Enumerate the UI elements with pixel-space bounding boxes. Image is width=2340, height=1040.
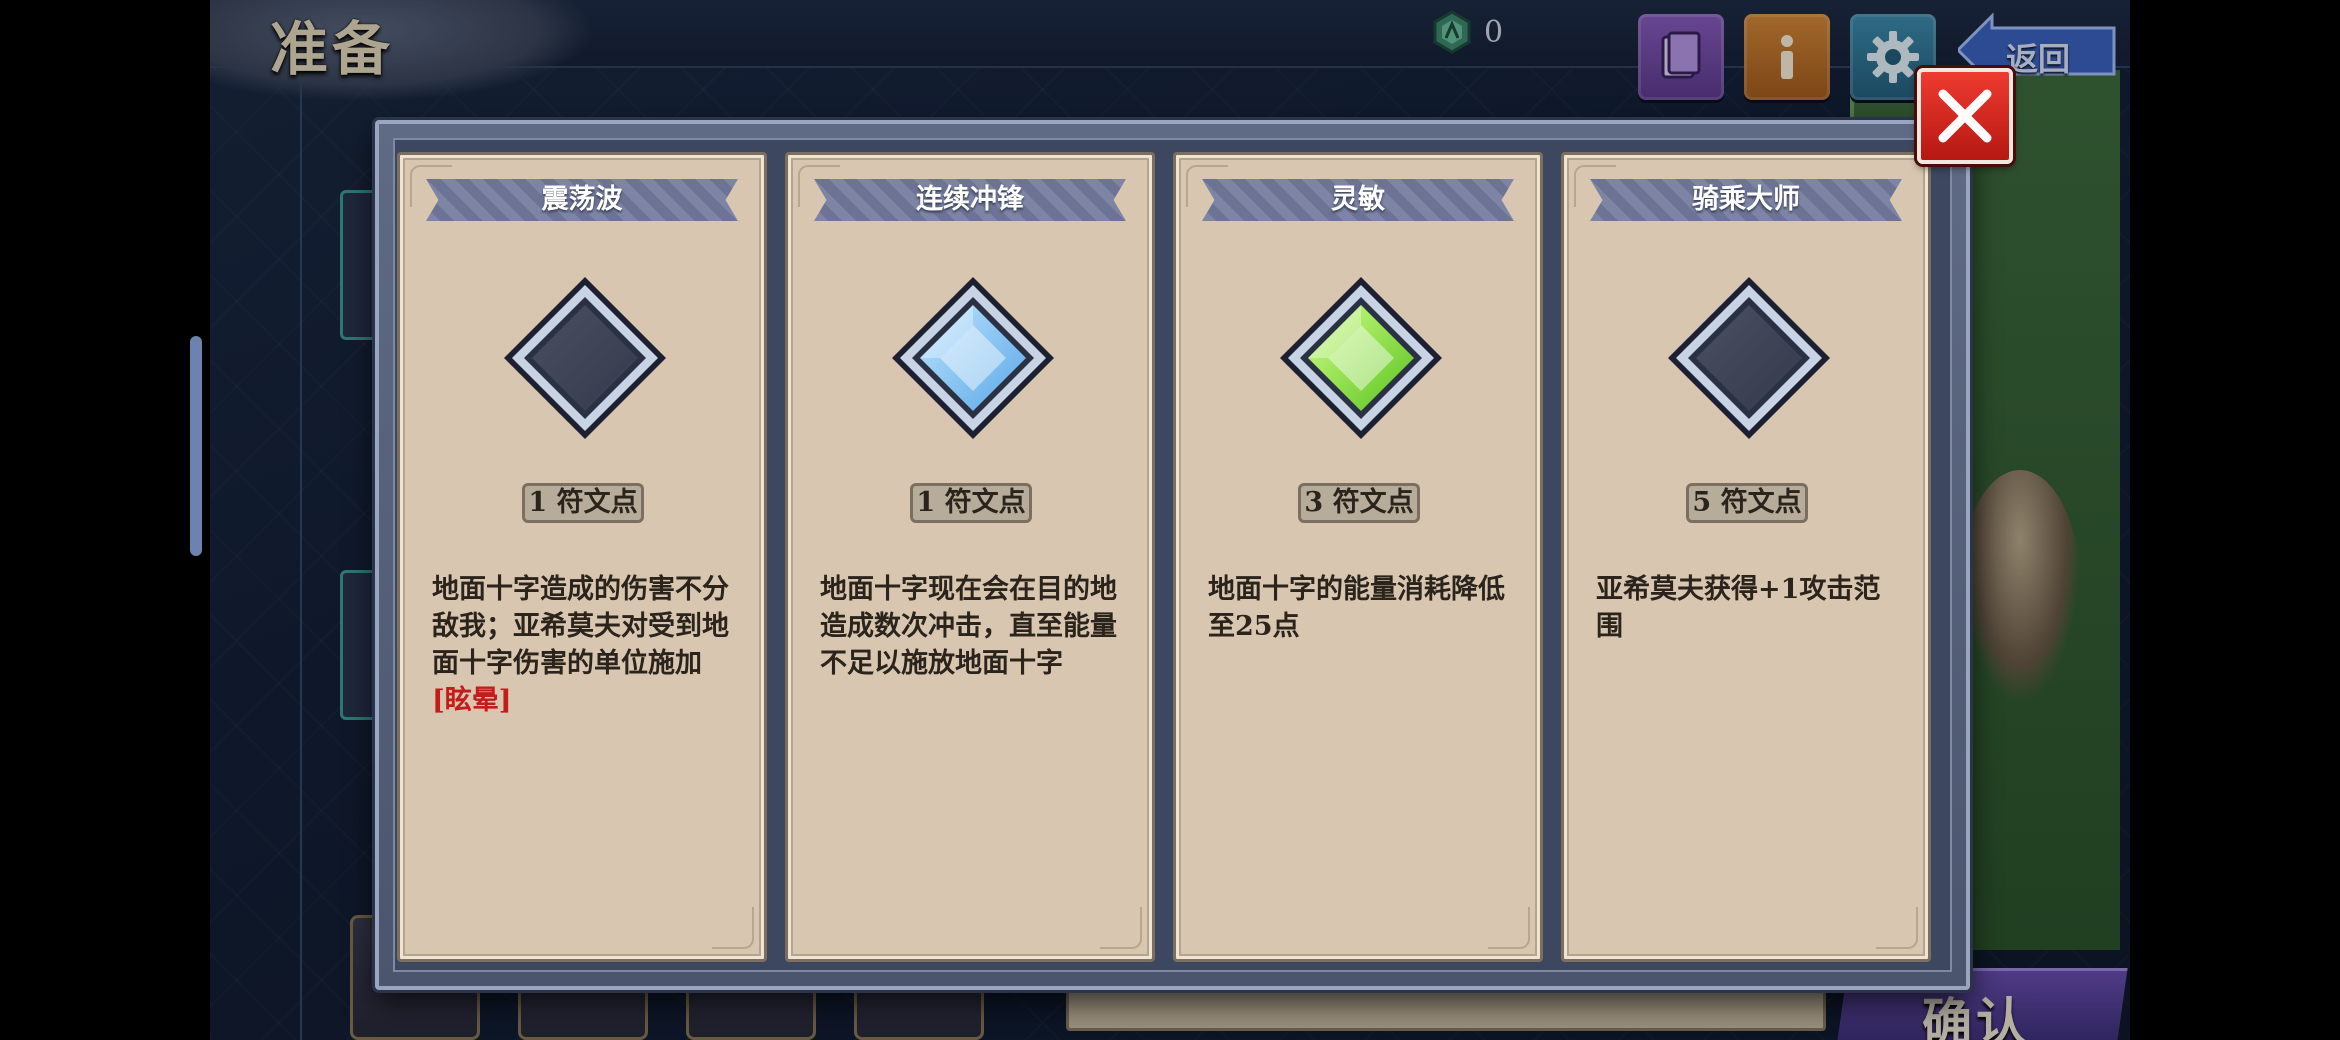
rune-cost-badge: 5 符文点 — [1686, 483, 1808, 523]
rune-cost-badge: 3 符文点 — [1298, 483, 1420, 523]
card-title: 连续冲锋 — [916, 184, 1024, 215]
card-title: 灵敏 — [1331, 184, 1385, 215]
rune-description-text: 地面十字的能量消耗降低至25点 — [1208, 574, 1505, 642]
rune-card[interactable]: 骑乘大师 5 符文点亚希莫夫获得+1攻击范围 — [1561, 152, 1931, 962]
card-title: 震荡波 — [541, 184, 623, 215]
close-icon — [1938, 89, 1992, 143]
rune-description: 亚希莫夫获得+1攻击范围 — [1596, 571, 1902, 645]
rune-description-text: 地面十字造成的伤害不分敌我；亚希莫夫对受到地面十字伤害的单位施加 — [432, 574, 729, 679]
blue-rune-gem-icon — [892, 277, 1054, 439]
green-rune-gem-icon — [1280, 277, 1442, 439]
rune-description-text: 亚希莫夫获得+1攻击范围 — [1596, 574, 1881, 642]
card-title: 骑乘大师 — [1692, 184, 1800, 215]
rune-description: 地面十字造成的伤害不分敌我；亚希莫夫对受到地面十字伤害的单位施加 [眩晕] — [432, 571, 738, 719]
rune-card[interactable]: 灵敏 3 符文点地面十字的能量消耗降低至25点 — [1173, 152, 1543, 962]
rune-card[interactable]: 震荡波 1 符文点地面十字造成的伤害不分敌我；亚希莫夫对受到地面十字伤害的单位施加… — [397, 152, 767, 962]
game-screen: 确认 准备 0 返回 震荡波 1 符文点 地面十字造成的伤害不分敌我；亚希莫夫对… — [210, 0, 2130, 1040]
rune-description: 地面十字的能量消耗降低至25点 — [1208, 571, 1514, 645]
empty-rune-slot-icon — [504, 277, 666, 439]
rune-card[interactable]: 连续冲锋 1 符文点地面十字现在会在目的地造成数次冲击，直至能量不足以施放地面十字 — [785, 152, 1155, 962]
rune-cost-badge: 1 符文点 — [522, 483, 644, 523]
rune-cost-badge: 1 符文点 — [910, 483, 1032, 523]
rune-modal: 震荡波 1 符文点地面十字造成的伤害不分敌我；亚希莫夫对受到地面十字伤害的单位施加… — [375, 120, 1970, 990]
status-keyword: [眩晕] — [432, 685, 512, 716]
rune-description-text: 地面十字现在会在目的地造成数次冲击，直至能量不足以施放地面十字 — [820, 574, 1117, 679]
rune-description: 地面十字现在会在目的地造成数次冲击，直至能量不足以施放地面十字 — [820, 571, 1126, 682]
rune-card-list: 震荡波 1 符文点地面十字造成的伤害不分敌我；亚希莫夫对受到地面十字伤害的单位施加… — [397, 152, 1931, 962]
side-scrollbar[interactable] — [190, 336, 202, 556]
close-button[interactable] — [1917, 68, 2013, 164]
empty-rune-slot-icon — [1668, 277, 1830, 439]
